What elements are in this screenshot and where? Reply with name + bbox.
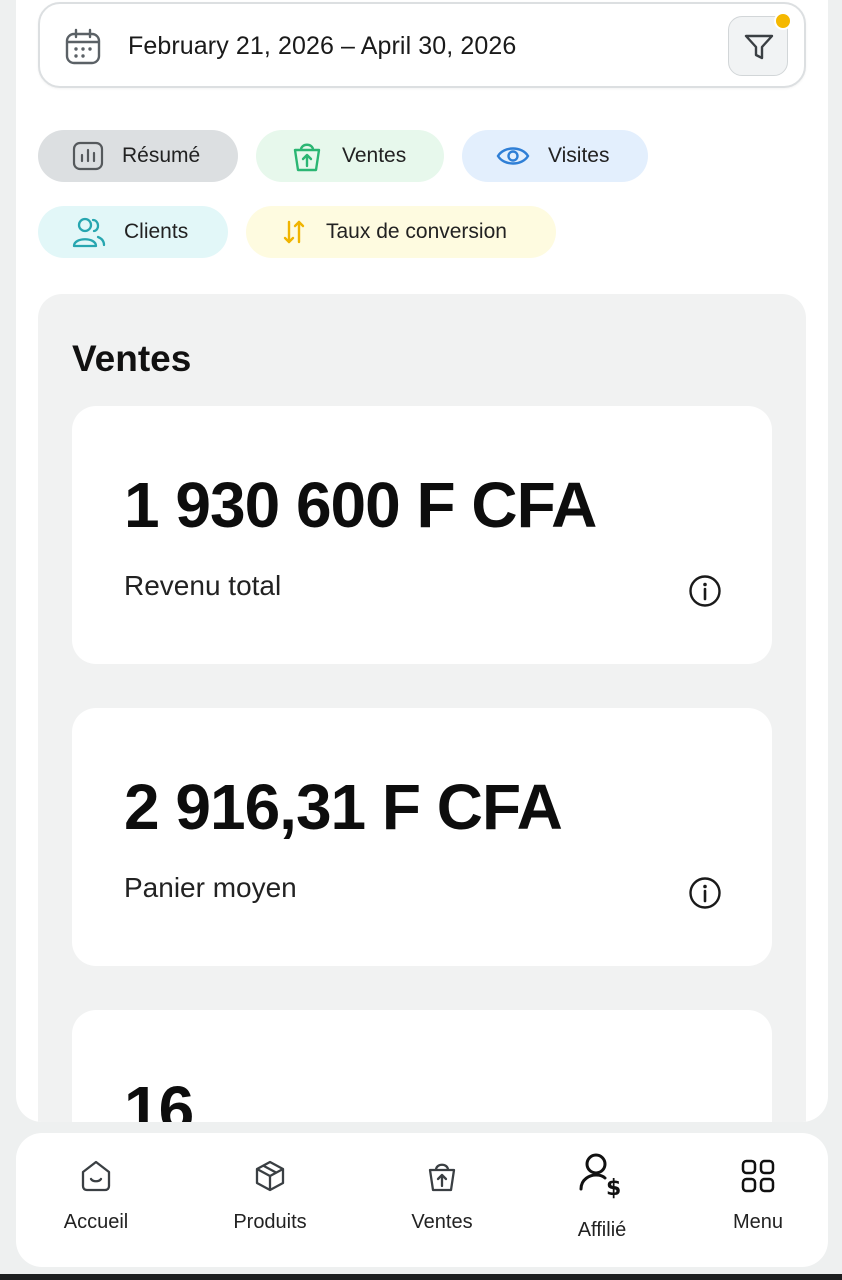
info-icon[interactable] <box>688 876 722 910</box>
tab-ventes-label: Ventes <box>342 144 407 167</box>
tab-resume-label: Résumé <box>122 144 201 167</box>
stat-label: Panier moyen <box>124 872 297 903</box>
home-icon <box>81 1160 111 1192</box>
grid-icon <box>741 1159 775 1193</box>
users-icon <box>72 217 106 248</box>
tab-clients[interactable]: Clients <box>38 206 228 258</box>
nav-item-accueil[interactable]: Accueil <box>36 1133 156 1267</box>
filter-button[interactable] <box>728 12 792 76</box>
stat-value: 2 916,31 F CFA <box>124 771 563 843</box>
arrows-updown-icon <box>283 220 305 244</box>
nav-label: Accueil <box>63 1211 129 1233</box>
section-title: Ventes <box>72 338 192 379</box>
tab-taux-label: Taux de conversion <box>326 220 507 243</box>
info-icon[interactable] <box>688 574 722 608</box>
nav-label: Produits <box>233 1211 307 1233</box>
tab-resume[interactable]: Résumé <box>38 130 238 182</box>
stat-card-orders: 16 <box>72 1010 772 1122</box>
date-range-picker[interactable]: February 21, 2026 – April 30, 2026 <box>38 2 806 88</box>
tab-visites[interactable]: Visites <box>462 130 648 182</box>
stat-value: 1 930 600 F CFA <box>124 469 597 541</box>
tab-taux-conversion[interactable]: Taux de conversion <box>246 206 556 258</box>
stat-card-average-basket: 2 916,31 F CFA Panier moyen <box>72 708 772 966</box>
eye-icon <box>496 147 530 165</box>
filter-icon <box>744 34 774 60</box>
main-sheet: February 21, 2026 – April 30, 2026 Résum… <box>16 0 828 1122</box>
stat-label: Revenu total <box>124 570 282 601</box>
shopping-bag-icon <box>293 143 321 172</box>
tab-ventes[interactable]: Ventes <box>256 130 444 182</box>
shopping-bag-icon <box>428 1163 456 1192</box>
calendar-icon <box>65 28 101 65</box>
nav-label: Ventes <box>411 1211 473 1233</box>
nav-label: Affilié <box>577 1219 627 1241</box>
nav-label: Menu <box>732 1211 784 1233</box>
nav-item-ventes[interactable]: Ventes <box>382 1133 502 1267</box>
box-icon <box>255 1160 285 1192</box>
system-bar <box>0 1274 842 1280</box>
nav-item-menu[interactable]: Menu <box>698 1133 818 1267</box>
bar-chart-icon <box>72 141 104 171</box>
user-dollar-icon: $ <box>579 1153 621 1201</box>
tab-clients-label: Clients <box>124 220 189 243</box>
tab-visites-label: Visites <box>548 144 610 167</box>
nav-item-affilie[interactable]: $ Affilié <box>542 1133 662 1267</box>
sales-panel: Ventes 1 930 600 F CFA Revenu total 2 91… <box>38 294 806 1122</box>
stat-value: 16 <box>124 1073 194 1122</box>
nav-item-produits[interactable]: Produits <box>210 1133 330 1267</box>
stat-card-revenue: 1 930 600 F CFA Revenu total <box>72 406 772 664</box>
bottom-navigation: Accueil Produits Ventes $ Affilié Menu <box>16 1133 828 1267</box>
filter-active-indicator <box>774 12 792 30</box>
date-range-text: February 21, 2026 – April 30, 2026 <box>128 32 517 60</box>
svg-text:$: $ <box>606 1176 621 1201</box>
